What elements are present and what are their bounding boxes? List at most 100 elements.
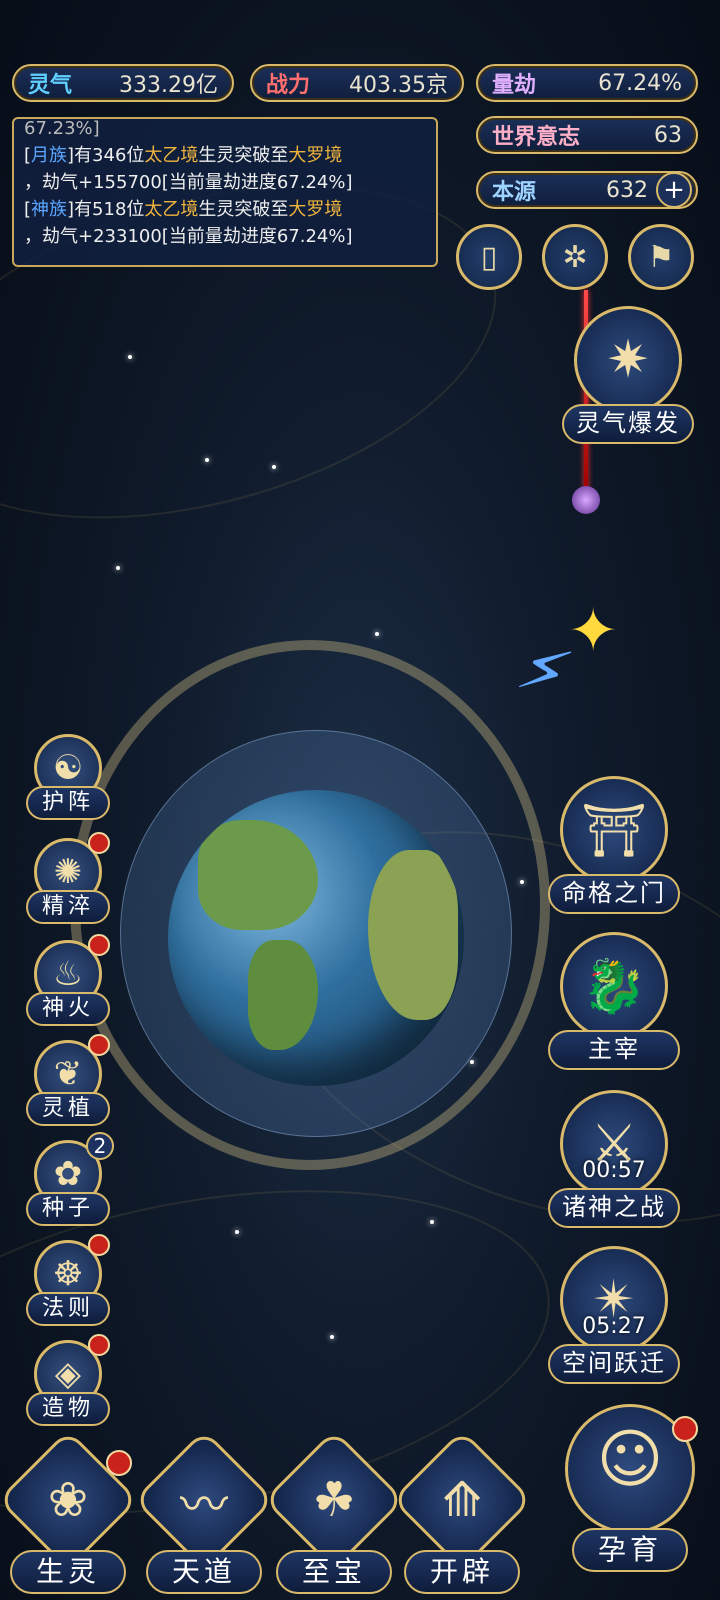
log-entry-line2: ，劫气+155700[当前量劫进度67.24%] [24, 172, 353, 193]
notification-dot [106, 1450, 132, 1476]
notification-dot [88, 934, 110, 956]
log-cut-line: 67.23%] [24, 118, 100, 139]
plus-icon[interactable]: + [656, 172, 692, 208]
nav-label: 孕育 [572, 1528, 688, 1572]
burst-icon: ✷ [574, 306, 682, 414]
nav-button[interactable]: ☘ 至宝 [263, 1429, 405, 1600]
log-realm: 大罗境 [288, 199, 343, 220]
left-menu-button[interactable]: ❦ 灵植 [26, 1034, 110, 1130]
menu-label: 法则 [26, 1292, 110, 1326]
lingqi-bar[interactable]: 灵气 333.29亿 [12, 64, 234, 102]
liangjie-bar[interactable]: 量劫 67.24% [476, 64, 698, 102]
liangjie-label: 量劫 [492, 73, 537, 98]
notification-dot [88, 1334, 110, 1356]
benyuan-value-group: 632 + [606, 172, 692, 208]
shijie-label: 世界意志 [492, 125, 581, 150]
star [330, 1335, 334, 1339]
nav-label: 天道 [146, 1550, 262, 1594]
flag-icon[interactable]: ⚑ [628, 224, 694, 290]
notification-dot [672, 1416, 698, 1442]
feature-label: 空间跃迁 [548, 1344, 680, 1384]
continent [248, 940, 318, 1050]
feature-label: 主宰 [548, 1030, 680, 1070]
right-menu-button[interactable]: ✴ 05:27 空间跃迁 [548, 1246, 680, 1386]
menu-label: 种子 [26, 1192, 110, 1226]
star [235, 1230, 239, 1234]
earth-globe[interactable] [168, 790, 464, 1086]
card-icon[interactable]: ▯ [456, 224, 522, 290]
nav-label: 生灵 [10, 1550, 126, 1594]
liangjie-value: 67.24% [598, 70, 682, 96]
menu-label: 造物 [26, 1392, 110, 1426]
log-realm: 大罗境 [288, 145, 343, 166]
sparkle-icon: ✦ [568, 596, 619, 666]
purple-orb [572, 486, 600, 514]
log-race: 神族 [31, 199, 68, 220]
log-realm: 太乙境 [144, 199, 199, 220]
nav-button[interactable]: ☺ 孕育 [560, 1400, 700, 1572]
feature-icon: ⛩ [560, 776, 668, 884]
left-menu-button[interactable]: ☯ 护阵 [26, 734, 110, 824]
nav-label: 开辟 [404, 1550, 520, 1594]
nav-icon: ☘ [312, 1472, 356, 1528]
notification-dot [88, 832, 110, 854]
burst-button[interactable]: ✷ 灵气爆发 [562, 306, 694, 446]
left-menu-button[interactable]: ♨ 神火 [26, 934, 110, 1030]
nav-icon: 〰 [179, 1477, 228, 1533]
star [205, 458, 209, 462]
right-menu-button[interactable]: ⚔ 00:57 诸神之战 [548, 1090, 680, 1230]
zhanli-bar[interactable]: 战力 403.35京 [250, 64, 464, 102]
log-entry-line2: ，劫气+233100[当前量劫进度67.24%] [24, 226, 353, 247]
star [430, 1220, 434, 1224]
star [116, 566, 120, 570]
nav-icon: ⟰ [441, 1472, 483, 1528]
continent [198, 820, 318, 930]
feature-icon: 🐉 [560, 932, 668, 1040]
burst-label: 灵气爆发 [562, 404, 694, 444]
menu-label: 精淬 [26, 890, 110, 924]
zhanli-label: 战力 [266, 73, 311, 98]
countdown-timer: 05:27 [582, 1314, 646, 1339]
lingqi-value: 333.29亿 [119, 73, 218, 98]
lingqi-label: 灵气 [28, 73, 73, 98]
nav-button[interactable]: 〰天道 [133, 1429, 275, 1600]
log-text: 生灵突破至 [198, 199, 289, 220]
feature-label: 诸神之战 [548, 1188, 680, 1228]
log-entry: [神族]有518位太乙境生灵突破至大罗境 [24, 199, 343, 220]
count-badge: 2 [86, 1132, 114, 1160]
log-realm: 太乙境 [144, 145, 199, 166]
nav-button[interactable]: ❀ 生灵 [0, 1429, 139, 1600]
left-menu-button[interactable]: ◈ 造物 [26, 1334, 110, 1430]
menu-label: 护阵 [26, 786, 110, 820]
shijie-bar[interactable]: 世界意志 63 [476, 116, 698, 154]
benyuan-bar[interactable]: 本源 632 + [476, 171, 698, 209]
log-text: 有518位 [74, 199, 145, 220]
benyuan-value: 632 [606, 177, 648, 203]
log-race: 月族 [31, 145, 68, 166]
event-log[interactable]: 67.23%] [月族]有346位太乙境生灵突破至大罗境 ，劫气+155700[… [12, 117, 438, 267]
notification-dot [88, 1034, 110, 1056]
log-text: 有346位 [74, 145, 145, 166]
notification-dot [88, 1234, 110, 1256]
nav-label: 至宝 [276, 1550, 392, 1594]
right-menu-button[interactable]: 🐉 主宰 [548, 932, 680, 1072]
left-menu-button[interactable]: ✿ 种子 2 [26, 1132, 114, 1230]
nav-icon: ❀ [47, 1472, 89, 1528]
nav-button[interactable]: ⟰ 开辟 [391, 1429, 533, 1600]
feature-label: 命格之门 [548, 874, 680, 914]
left-menu-button[interactable]: ✺ 精淬 [26, 832, 110, 928]
right-menu-button[interactable]: ⛩ 命格之门 [548, 776, 680, 916]
continent [368, 850, 458, 1020]
star [128, 355, 132, 359]
menu-label: 灵植 [26, 1092, 110, 1126]
star [272, 465, 276, 469]
benyuan-label: 本源 [492, 180, 537, 205]
shijie-value: 63 [654, 122, 682, 148]
vortex-icon[interactable]: ✲ [542, 224, 608, 290]
menu-label: 神火 [26, 992, 110, 1026]
zhanli-value: 403.35京 [349, 73, 448, 98]
countdown-timer: 00:57 [582, 1158, 646, 1183]
left-menu-button[interactable]: ☸ 法则 [26, 1234, 110, 1330]
star [375, 632, 379, 636]
log-entry: [月族]有346位太乙境生灵突破至大罗境 [24, 145, 343, 166]
